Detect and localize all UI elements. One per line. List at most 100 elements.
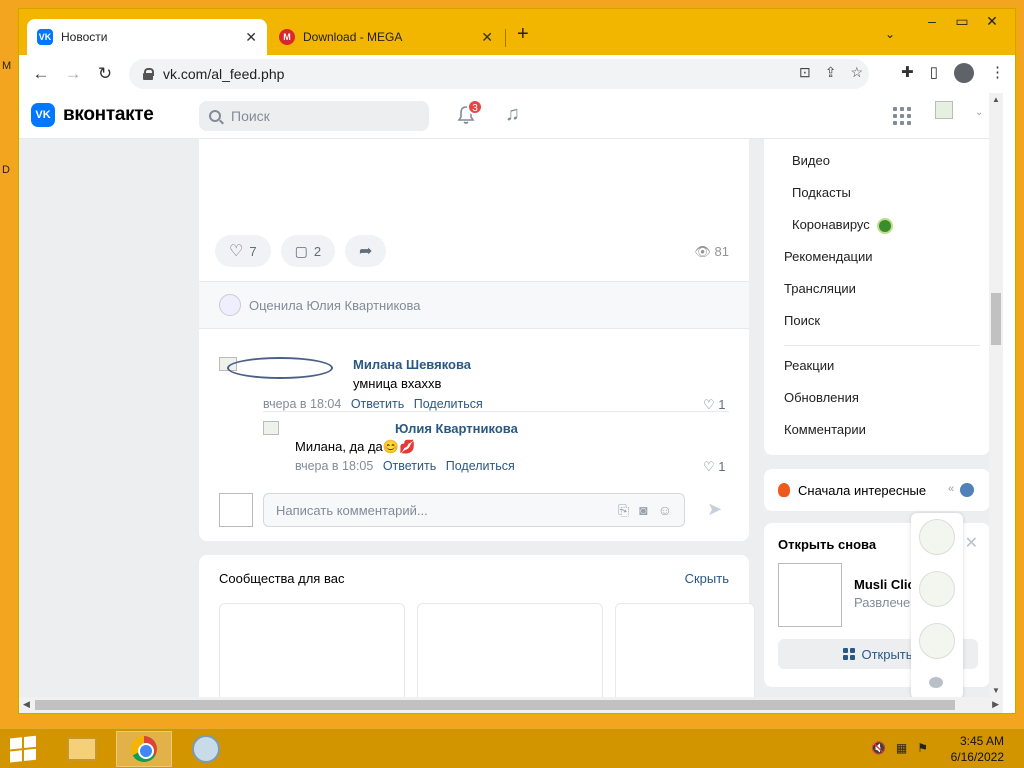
installer-icon [192,735,220,763]
chat-avatar[interactable] [919,623,955,659]
chat-avatar[interactable] [919,571,955,607]
share-link[interactable]: Поделиться [446,459,515,473]
extensions-puzzle-icon[interactable]: ✚ [901,63,914,83]
taskbar-installer[interactable] [178,731,234,767]
comment-time[interactable]: вчера в 18:05 [295,459,373,473]
close-tab-icon[interactable]: ✕ [245,29,257,46]
forward-arrow-icon[interactable]: → [57,64,89,84]
close-tab-icon[interactable]: ✕ [481,29,493,46]
reload-icon[interactable]: ↻ [89,64,121,84]
mega-favicon-icon: M [279,29,295,45]
send-arrow-icon[interactable]: ➤ [707,499,722,520]
vk-search-input[interactable]: Поиск [199,101,429,131]
liked-by-bar[interactable]: Оценила Юлия Квартникова [199,281,749,329]
side-panel-icon[interactable]: ▯ [930,63,938,83]
menu-item-video[interactable]: Видео [792,153,830,168]
omnibox-actions: ⊡ ⇪ ☆ [799,64,863,81]
menu-divider [784,345,980,346]
comment-like-button[interactable]: ♡ 1 [703,459,726,475]
comment-time[interactable]: вчера в 18:04 [263,397,341,411]
like-button[interactable]: ♡ 7 [215,235,271,267]
share-icon[interactable]: ⇪ [825,64,837,81]
comment-author[interactable]: Юлия Квартникова [395,421,518,436]
close-icon[interactable]: ✕ [965,533,978,553]
user-avatar[interactable] [935,101,953,119]
horizontal-scrollbar[interactable]: ◀ ▶ [19,697,1003,713]
share-button[interactable]: ➦ [345,235,387,267]
window-close-button[interactable]: ✕ [977,13,1007,30]
menu-item-recommendations[interactable]: Рекомендации [784,249,873,264]
tab-search-chevron-icon[interactable]: ⌄ [885,27,895,41]
profile-avatar-icon[interactable] [954,63,974,83]
app-name[interactable]: Musli Clic [854,577,915,592]
notifications-badge: 3 [467,99,483,115]
share-link[interactable]: Поделиться [414,397,483,411]
scroll-left-arrow-icon[interactable]: ◀ [23,699,30,710]
maximize-button[interactable]: ▭ [947,13,977,30]
horizontal-scroll-thumb[interactable] [35,700,955,710]
messages-bubble-icon[interactable] [929,677,943,688]
comment-like-count: 1 [718,397,726,412]
scroll-down-arrow-icon[interactable]: ▼ [992,686,1000,695]
tab-mega[interactable]: M Download - MEGA ✕ [269,19,503,55]
taskbar-file-explorer[interactable] [54,731,110,767]
commenter-avatar[interactable] [263,421,279,435]
menu-item-updates[interactable]: Обновления [784,390,859,405]
menu-item-coronavirus[interactable]: Коронавирус [792,217,892,232]
views-counter: 👁 81 [694,244,729,260]
scroll-right-arrow-icon[interactable]: ▶ [992,699,999,710]
taskbar-chrome[interactable] [116,731,172,767]
comment-input[interactable]: Написать комментарий... ⎘ ◙ ☺ [263,493,685,527]
tab-novosti[interactable]: VK Новости ✕ [27,19,267,55]
heart-icon: ♡ [703,459,715,474]
vertical-scroll-thumb[interactable] [991,293,1001,345]
lock-icon[interactable] [143,68,154,80]
action-center-flag-icon[interactable]: ⚑ [917,741,928,755]
menu-item-reactions[interactable]: Реакции [784,358,834,373]
menu-item-comments[interactable]: Комментарии [784,422,866,437]
chevron-down-icon[interactable]: ⌄ [975,107,983,118]
apps-grid-icon[interactable] [893,107,911,125]
community-tile[interactable] [417,603,603,697]
tab-bar: VK Новости ✕ M Download - MEGA ✕ + ⌄ – ▭… [19,9,1015,55]
window-controls: – ▭ ✕ [917,13,1007,30]
reply-link[interactable]: Ответить [351,397,404,411]
scroll-up-arrow-icon[interactable]: ▲ [992,95,1000,104]
app-thumbnail[interactable] [778,563,842,627]
translate-icon[interactable]: ⊡ [799,64,811,81]
reply-link[interactable]: Ответить [383,459,436,473]
paperclip-icon[interactable]: ⎘ [618,502,629,519]
bookmark-star-icon[interactable]: ☆ [850,64,863,81]
minimize-button[interactable]: – [917,13,947,30]
menu-kebab-icon[interactable]: ⋮ [990,63,1005,83]
start-windows-icon[interactable] [10,735,38,763]
back-arrow-icon[interactable]: ← [25,64,57,84]
menu-item-search[interactable]: Поиск [784,313,820,328]
network-icon[interactable]: ▦ [896,741,907,755]
heart-icon: ♡ [229,243,244,260]
search-icon [209,110,221,122]
vk-header: VK вконтакте Поиск 3 ♫ ⌄ [19,93,1003,139]
chat-avatar[interactable] [919,519,955,555]
community-tile[interactable] [219,603,405,697]
menu-item-podcasts[interactable]: Подкасты [792,185,851,200]
camera-icon[interactable]: ◙ [639,502,647,519]
liked-by-text: Оценила Юлия Квартникова [249,297,421,313]
my-avatar[interactable] [219,493,253,527]
volume-muted-icon[interactable]: 🔇 [871,741,886,755]
comment-author[interactable]: Милана Шевякова [353,357,471,372]
address-bar[interactable]: vk.com/al_feed.php ⊡ ⇪ ☆ [129,59,869,89]
sort-toggle[interactable]: « [948,483,974,497]
music-note-icon[interactable]: ♫ [505,103,520,126]
comment-button[interactable]: ▢ 2 [280,235,336,267]
community-tile[interactable] [615,603,755,697]
comment-like-count: 1 [718,459,726,474]
vk-logo[interactable]: VK вконтакте [31,103,154,127]
menu-item-broadcasts[interactable]: Трансляции [784,281,856,296]
apps-icon [843,648,856,660]
new-tab-button[interactable]: + [517,23,529,46]
hide-communities-link[interactable]: Скрыть [685,571,729,586]
emoji-icon[interactable]: ☺ [658,502,672,519]
vertical-scrollbar[interactable]: ▲ ▼ [989,93,1003,697]
taskbar-clock[interactable]: 3:45 AM 6/16/2022 [951,733,1004,765]
